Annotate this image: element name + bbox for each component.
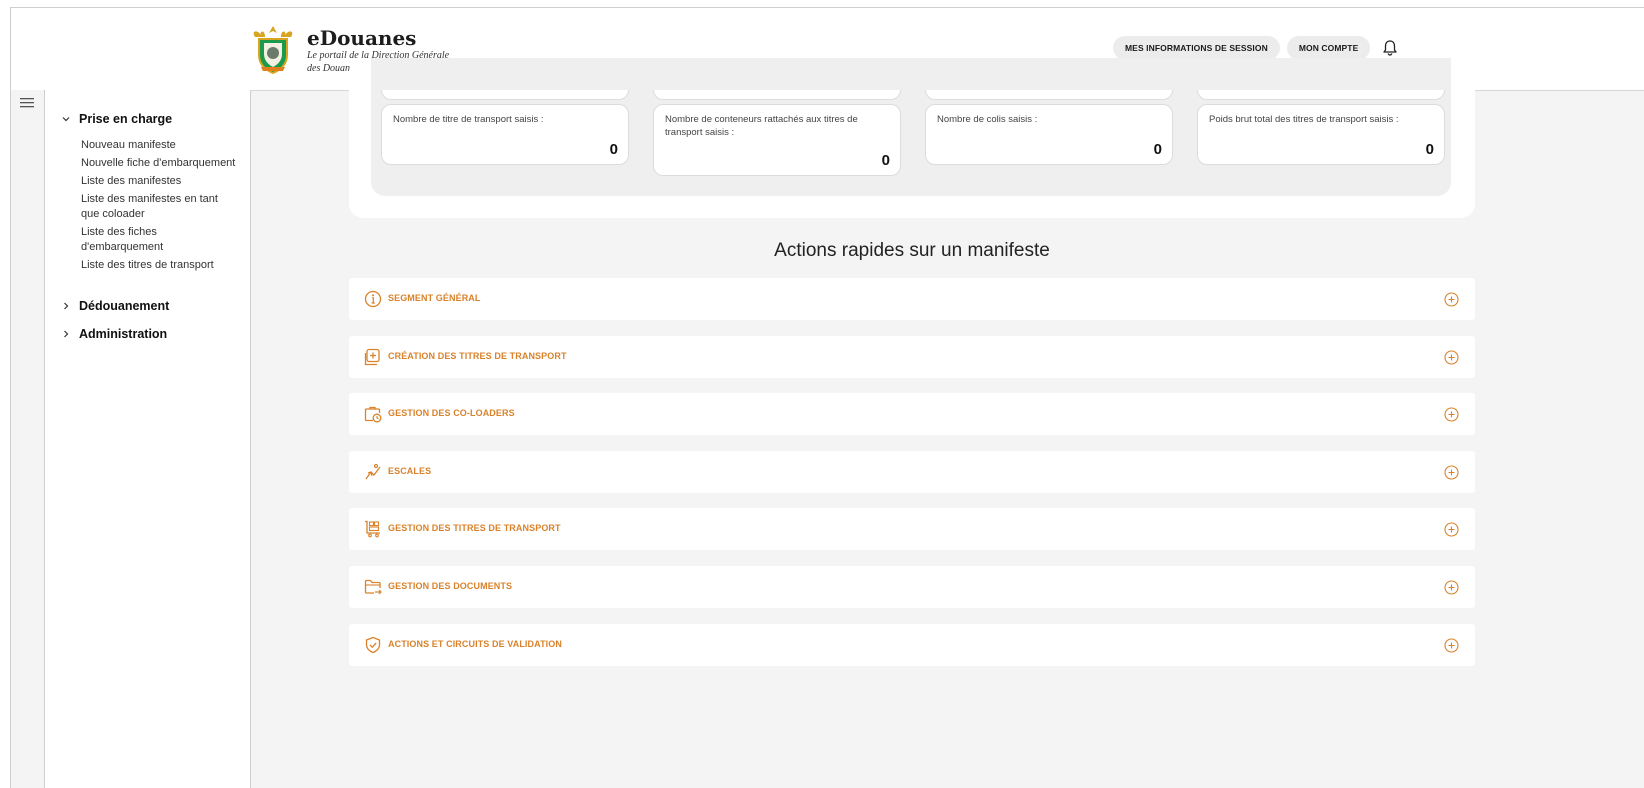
- sidebar-item-nouvelle-fiche[interactable]: Nouvelle fiche d'embarquement: [81, 156, 239, 171]
- accordion-segment-general[interactable]: SEGMENT GÉNÉRAL: [349, 278, 1475, 320]
- info-icon: [364, 290, 382, 308]
- stat-card-partial: [1197, 90, 1445, 100]
- stat-card-partial: [653, 90, 901, 100]
- cart-grid-icon: [365, 520, 380, 538]
- add-document-icon: [364, 348, 380, 366]
- app-title: eDouanes: [307, 26, 417, 50]
- hamburger-menu-icon[interactable]: [20, 98, 34, 108]
- app-window: eDouanes Le portail de la Direction Géné…: [10, 7, 1644, 788]
- sidebar-section-label: Dédouanement: [79, 299, 170, 313]
- chevron-right-icon: [64, 330, 69, 338]
- sidebar-section-dedouanement[interactable]: Dédouanement: [61, 299, 169, 313]
- sidebar-section-label: Prise en charge: [79, 112, 173, 126]
- accordion-label: GESTION DES TITRES DE TRANSPORT: [388, 523, 561, 533]
- accordion-label: CRÉATION DES TITRES DE TRANSPORT: [388, 351, 567, 361]
- session-info-button[interactable]: MES INFORMATIONS DE SESSION: [1113, 36, 1280, 60]
- accordion-creation-titres[interactable]: CRÉATION DES TITRES DE TRANSPORT: [349, 336, 1475, 378]
- header-actions: MES INFORMATIONS DE SESSION MON COMPTE: [1113, 36, 1399, 60]
- sidebar-section-administration[interactable]: Administration: [61, 327, 167, 341]
- accordion-label: GESTION DES CO-LOADERS: [388, 408, 515, 418]
- plus-circle-icon[interactable]: [1444, 350, 1459, 365]
- stat-label: Nombre de colis saisis :: [937, 114, 1038, 125]
- plus-circle-icon[interactable]: [1444, 292, 1459, 307]
- stat-card-conteneurs: Nombre de conteneurs rattachés aux titre…: [653, 104, 901, 176]
- stat-value: 0: [1153, 141, 1162, 158]
- stat-label: Nombre de conteneurs rattachés aux titre…: [665, 114, 858, 138]
- sidebar-nav: Prise en charge Nouveau manifeste Nouvel…: [45, 90, 251, 788]
- folder-arrow-icon: [364, 579, 382, 595]
- sidebar-item-liste-manifestes-coloader[interactable]: Liste des manifestes en tant que coloade…: [81, 192, 239, 222]
- sidebar-item-liste-fiches[interactable]: Liste des fiches d'embarquement: [81, 225, 239, 255]
- coat-of-arms-logo: [253, 26, 293, 75]
- sidebar-sublist: Nouveau manifeste Nouvelle fiche d'embar…: [81, 138, 239, 276]
- stat-card-colis: Nombre de colis saisis : 0: [925, 104, 1173, 165]
- chevron-right-icon: [64, 302, 69, 310]
- shield-check-icon: [365, 636, 381, 654]
- quick-actions-title: Actions rapides sur un manifeste: [774, 240, 1050, 261]
- stat-card-poids: Poids brut total des titres de transport…: [1197, 104, 1445, 165]
- plus-circle-icon[interactable]: [1444, 465, 1459, 480]
- sidebar-section-prise-en-charge[interactable]: Prise en charge: [61, 112, 172, 126]
- chevron-down-icon: [62, 117, 70, 122]
- stat-label: Nombre de titre de transport saisis :: [393, 114, 544, 125]
- stat-value: 0: [881, 152, 890, 169]
- sidebar-item-liste-manifestes[interactable]: Liste des manifestes: [81, 174, 239, 189]
- accordion-label: GESTION DES DOCUMENTS: [388, 581, 513, 591]
- ship-escale-icon: [365, 463, 381, 480]
- bell-icon[interactable]: [1381, 39, 1399, 57]
- stat-card-titres: Nombre de titre de transport saisis : 0: [381, 104, 629, 165]
- stat-card-partial: [381, 90, 629, 100]
- accordion-label: ACTIONS ET CIRCUITS DE VALIDATION: [388, 639, 562, 649]
- accordion-co-loaders[interactable]: GESTION DES CO-LOADERS: [349, 393, 1475, 435]
- sidebar-item-nouveau-manifeste[interactable]: Nouveau manifeste: [81, 138, 239, 153]
- sidebar-section-label: Administration: [79, 327, 168, 341]
- accordion-escales[interactable]: ESCALES: [349, 451, 1475, 493]
- stat-value: 0: [609, 141, 618, 158]
- plus-circle-icon[interactable]: [1444, 522, 1459, 537]
- accordion-label: SEGMENT GÉNÉRAL: [388, 293, 481, 303]
- accordion-label: ESCALES: [388, 466, 432, 476]
- plus-circle-icon[interactable]: [1444, 580, 1459, 595]
- account-button[interactable]: MON COMPTE: [1286, 36, 1371, 60]
- plus-circle-icon[interactable]: [1444, 638, 1459, 653]
- accordion-actions-validation[interactable]: ACTIONS ET CIRCUITS DE VALIDATION: [349, 624, 1475, 666]
- stat-card-partial: [925, 90, 1173, 100]
- sidebar-item-liste-titres[interactable]: Liste des titres de transport: [81, 258, 239, 273]
- left-rail: [11, 90, 45, 788]
- stat-label: Poids brut total des titres de transport…: [1209, 114, 1399, 125]
- accordion-gestion-titres[interactable]: GESTION DES TITRES DE TRANSPORT: [349, 508, 1475, 550]
- stat-value: 0: [1425, 141, 1434, 158]
- briefcase-clock-icon: [364, 406, 382, 423]
- accordion-gestion-documents[interactable]: GESTION DES DOCUMENTS: [349, 566, 1475, 608]
- plus-circle-icon[interactable]: [1444, 407, 1459, 422]
